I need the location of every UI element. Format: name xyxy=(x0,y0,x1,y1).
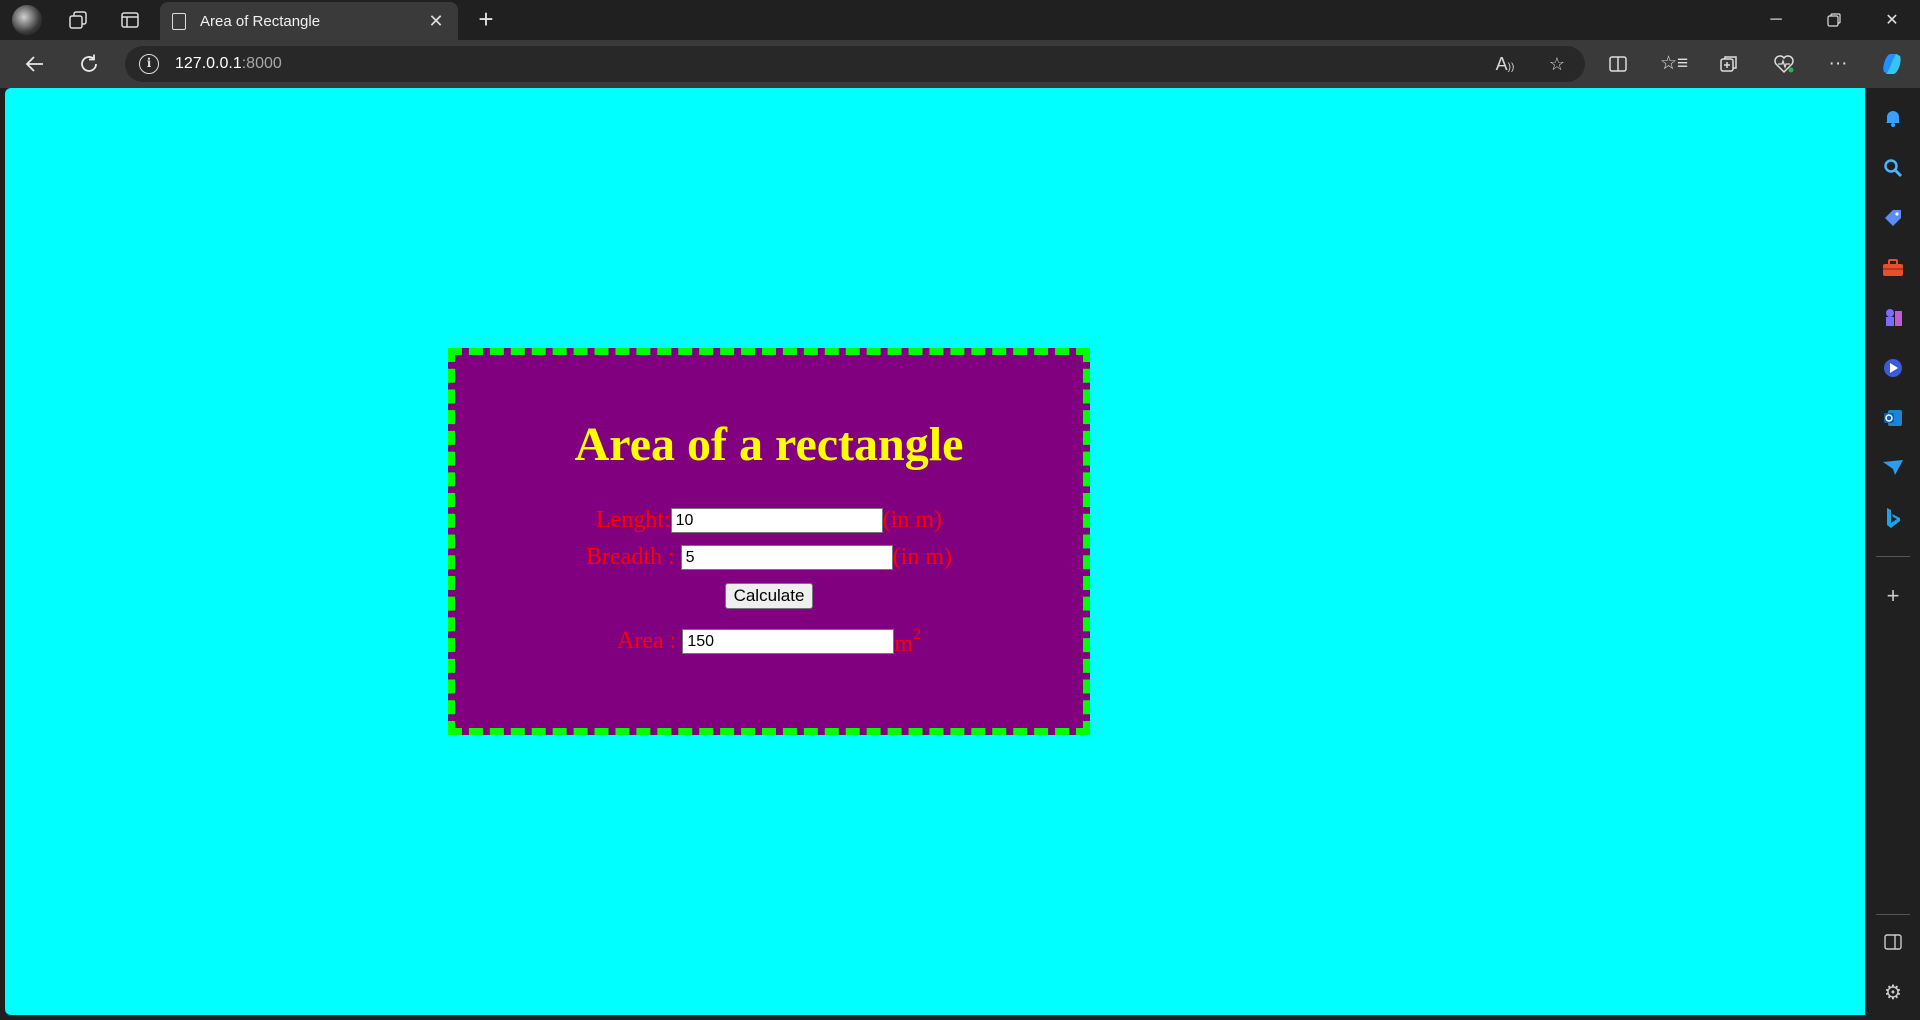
split-screen-icon[interactable] xyxy=(1598,44,1638,84)
breadth-label: Breadth : xyxy=(586,544,675,570)
close-tab-icon[interactable]: ✕ xyxy=(426,11,446,32)
page-title: Area of a rectangle xyxy=(574,418,964,471)
page-viewport: Area of a rectangle Lenght: (in m) Bread… xyxy=(5,88,1865,1015)
calculate-button[interactable]: Calculate xyxy=(724,583,814,609)
chess-icon[interactable] xyxy=(1879,304,1907,332)
read-aloud-icon[interactable]: A)) xyxy=(1493,54,1517,74)
navigation-bar: i 127.0.0.1:8000 A)) ☆ ☆≡ ··· xyxy=(0,40,1920,88)
copilot-icon[interactable] xyxy=(1872,44,1912,84)
back-button[interactable] xyxy=(12,44,58,84)
refresh-button[interactable] xyxy=(66,44,112,84)
restore-button[interactable] xyxy=(1806,0,1862,40)
favorite-star-icon[interactable]: ☆ xyxy=(1545,54,1569,74)
breadth-unit: (in m) xyxy=(892,544,952,570)
copilot-app-icon[interactable] xyxy=(1879,354,1907,382)
area-unit-base: m xyxy=(894,630,913,657)
settings-icon[interactable]: ⚙ xyxy=(1879,978,1907,1006)
title-bar: Area of Rectangle ✕ + ─ ✕ xyxy=(0,0,1920,40)
area-output[interactable] xyxy=(682,629,895,654)
bing-icon[interactable] xyxy=(1879,504,1907,532)
breadth-row: Breadth : (in m) xyxy=(455,539,1083,576)
new-tab-button[interactable]: + xyxy=(470,4,502,36)
favorites-icon[interactable]: ☆≡ xyxy=(1654,44,1694,84)
bell-icon[interactable] xyxy=(1879,104,1907,132)
profile-avatar[interactable] xyxy=(12,5,42,35)
sidebar-divider xyxy=(1876,914,1910,915)
browser-essentials-icon[interactable] xyxy=(1764,44,1804,84)
tab-area-of-rectangle[interactable]: Area of Rectangle ✕ xyxy=(160,2,458,40)
close-window-button[interactable]: ✕ xyxy=(1864,0,1920,40)
address-bar[interactable]: i 127.0.0.1:8000 A)) ☆ xyxy=(125,46,1585,82)
send-icon[interactable] xyxy=(1879,454,1907,482)
length-row: Lenght: (in m) xyxy=(455,502,1083,539)
site-info-icon[interactable]: i xyxy=(139,54,159,74)
length-label: Lenght: xyxy=(596,507,671,533)
workspaces-icon[interactable] xyxy=(58,0,98,40)
edge-sidebar: + ⚙ xyxy=(1866,88,1920,1020)
vertical-tabs-icon[interactable] xyxy=(110,0,150,40)
panel-icon[interactable] xyxy=(1879,928,1907,956)
tab-title: Area of Rectangle xyxy=(200,12,321,30)
search-icon[interactable] xyxy=(1879,154,1907,182)
calculator-card: Area of a rectangle Lenght: (in m) Bread… xyxy=(448,348,1090,735)
area-label: Area : xyxy=(617,628,677,654)
url-host: 127.0.0.1 xyxy=(175,55,242,72)
page-icon xyxy=(172,12,186,30)
toolbox-icon[interactable] xyxy=(1879,254,1907,282)
area-row: Area : m2 xyxy=(455,623,1083,660)
sidebar-divider xyxy=(1876,556,1910,557)
collections-icon[interactable] xyxy=(1709,44,1749,84)
url-port: :8000 xyxy=(241,55,282,72)
area-unit: m2 xyxy=(894,626,921,658)
breadth-input[interactable] xyxy=(680,545,893,570)
minimize-button[interactable]: ─ xyxy=(1748,0,1804,40)
calculate-row: Calculate xyxy=(455,576,1083,613)
length-unit: (in m) xyxy=(882,507,942,533)
add-icon[interactable]: + xyxy=(1879,582,1907,610)
length-input[interactable] xyxy=(670,508,883,533)
outlook-icon[interactable] xyxy=(1879,404,1907,432)
tag-icon[interactable] xyxy=(1879,204,1907,232)
more-options-icon[interactable]: ··· xyxy=(1818,44,1858,84)
area-unit-exponent: 2 xyxy=(912,625,921,643)
